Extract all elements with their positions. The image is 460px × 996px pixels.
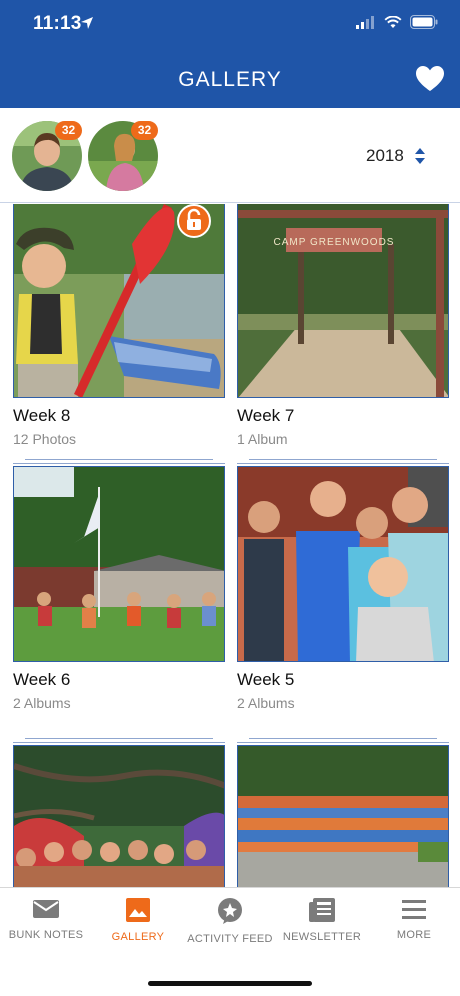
image-icon <box>126 898 150 922</box>
album-title: Week 7 <box>237 406 295 425</box>
tab-bunk-notes[interactable]: BUNK NOTES <box>0 898 92 941</box>
bottom-tab-bar: BUNK NOTES GALLERY ACTIVITY FEED NEWSLET… <box>0 887 460 996</box>
album-count: 2 Albums <box>237 695 295 711</box>
unlock-badge <box>177 204 211 238</box>
gallery-card[interactable] <box>237 745 449 887</box>
gallery-grid: Week 8 12 Photos CAMP GREENWOODS Week 7 … <box>0 204 460 887</box>
chat-bubble-icon <box>218 898 242 924</box>
wifi-icon <box>384 15 402 28</box>
unlock-icon <box>187 208 201 230</box>
status-indicators <box>356 15 438 29</box>
app-header: 11:13 GALLERY <box>0 0 460 108</box>
cellular-signal-icon <box>356 15 374 29</box>
album-photo <box>237 466 449 662</box>
tab-label: ACTIVITY FEED <box>187 933 273 945</box>
favorites-heart-icon[interactable] <box>416 66 444 92</box>
tab-label: NEWSLETTER <box>282 931 362 943</box>
album-photo: CAMP GREENWOODS <box>237 204 449 398</box>
tab-activity-feed[interactable]: ACTIVITY FEED <box>184 898 276 945</box>
gallery-card[interactable] <box>13 745 225 887</box>
album-stack-lines <box>237 459 449 465</box>
album-title: Week 5 <box>237 670 295 689</box>
camper-selector: 32 32 2018 <box>0 108 460 203</box>
album-stack-lines <box>237 738 449 744</box>
album-count: 1 Album <box>237 431 288 447</box>
year-selector-value[interactable]: 2018 <box>366 146 404 166</box>
gallery-screen: 11:13 GALLERY 32 32 2018 Week 8 12 Photo… <box>0 0 460 996</box>
tab-label: MORE <box>396 929 432 941</box>
album-stack-lines <box>13 738 225 744</box>
battery-icon <box>410 15 438 29</box>
tab-label: GALLERY <box>111 931 165 943</box>
tab-gallery[interactable]: GALLERY <box>92 898 184 943</box>
envelope-icon <box>33 900 59 918</box>
gallery-card-week-6[interactable]: Week 6 2 Albums <box>13 466 225 711</box>
location-arrow-icon <box>81 17 93 29</box>
camp-sign-text: CAMP GREENWOODS <box>274 237 395 248</box>
photo-count-badge: 32 <box>131 121 158 140</box>
album-count: 2 Albums <box>13 695 71 711</box>
album-title: Week 6 <box>13 670 71 689</box>
album-photo <box>237 745 449 887</box>
tab-more[interactable]: MORE <box>368 898 460 941</box>
sort-caret-icon[interactable] <box>414 146 426 166</box>
album-title: Week 8 <box>13 406 71 425</box>
gallery-card-week-5[interactable]: Week 5 2 Albums <box>237 466 449 711</box>
tab-newsletter[interactable]: NEWSLETTER <box>276 898 368 943</box>
menu-icon <box>402 900 426 919</box>
album-stack-lines <box>13 459 225 465</box>
tab-label: BUNK NOTES <box>8 929 84 941</box>
album-photo <box>13 204 225 398</box>
album-photo <box>13 745 225 887</box>
home-indicator[interactable] <box>148 981 312 986</box>
gallery-card-week-8[interactable]: Week 8 12 Photos <box>13 204 225 447</box>
album-photo <box>13 466 225 662</box>
gallery-card-week-7[interactable]: CAMP GREENWOODS Week 7 1 Album <box>237 204 449 447</box>
status-time: 11:13 <box>33 13 82 34</box>
photo-count-badge: 32 <box>55 121 82 140</box>
page-title: GALLERY <box>178 68 282 91</box>
newspaper-icon <box>309 898 335 922</box>
album-count: 12 Photos <box>13 431 77 447</box>
